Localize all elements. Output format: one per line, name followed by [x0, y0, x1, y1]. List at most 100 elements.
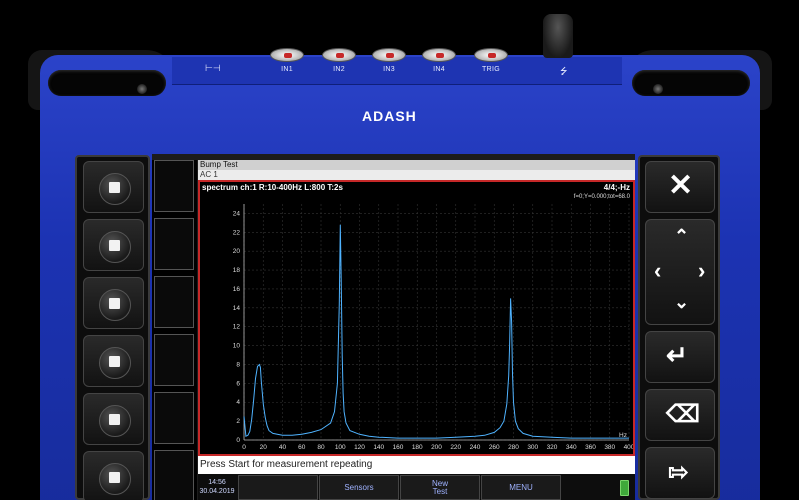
x-tick-label: 60	[298, 444, 306, 451]
square-key-icon	[109, 472, 120, 483]
y-tick-label: 0	[236, 437, 240, 444]
connector-in3[interactable]	[372, 48, 406, 62]
square-key-icon	[109, 356, 120, 367]
sensors-button[interactable]: Sensors	[319, 475, 399, 500]
chart-header: spectrum ch:1 R:10-400Hz L:800 T:2s	[202, 183, 343, 192]
connector-in2[interactable]	[322, 48, 356, 62]
x-tick-label: 320	[547, 444, 558, 451]
right-key-panel: ✕ ⌃ ‹ › ⌄ ↵ ⌫ ⇰	[638, 155, 720, 500]
x-tick-label: 140	[373, 444, 384, 451]
right-strap-slot	[632, 70, 750, 96]
x-tick-label: 260	[489, 444, 500, 451]
y-tick-label: 2	[236, 418, 240, 425]
new-test-button[interactable]: New Test	[400, 475, 480, 500]
screw-icon	[137, 84, 147, 94]
y-tick-label: 20	[233, 248, 241, 255]
x-tick-label: 120	[354, 444, 365, 451]
softkey-label[interactable]	[154, 160, 194, 212]
x-tick-label: 220	[450, 444, 461, 451]
device-screen: Bump Test AC 1 0 20 40 60 80 100 120 140 160 180 2…	[152, 154, 635, 500]
forward-button[interactable]: ⇰	[645, 447, 715, 499]
square-key-icon	[109, 298, 120, 309]
enter-icon: ↵	[666, 340, 688, 370]
chart-page-indicator: 4/4;-Hz	[603, 183, 630, 192]
arrow-pad[interactable]: ⌃ ‹ › ⌄	[645, 219, 715, 325]
left-strap-slot	[48, 70, 166, 96]
x-tick-label: 80	[317, 444, 325, 451]
softkey-label[interactable]	[154, 276, 194, 328]
connector-label: IN4	[433, 66, 445, 73]
spectrum-plot: 0 20 40 60 80 100 120 140 160 180 200 220 240 260 280 3…	[233, 204, 633, 451]
x-tick-label: 400	[624, 444, 633, 451]
x-tick-label: 20	[260, 444, 268, 451]
function-key-3[interactable]	[83, 277, 144, 329]
softkey-column	[152, 160, 197, 500]
x-tick-label: 200	[431, 444, 442, 451]
softkey-label[interactable]	[154, 334, 194, 386]
square-key-icon	[109, 240, 120, 251]
clock-time: 14:56	[208, 479, 226, 486]
spectrum-chart[interactable]: 0 20 40 60 80 100 120 140 160 180 200 220 240 260 280 3…	[198, 180, 635, 456]
backspace-icon: ⌫	[666, 401, 700, 428]
function-key-6[interactable]	[83, 451, 144, 500]
backspace-button[interactable]: ⌫	[645, 389, 715, 441]
softkey-label[interactable]	[154, 450, 194, 500]
arrow-right-icon[interactable]: ›	[698, 258, 705, 284]
y-tick-label: 24	[233, 210, 241, 217]
close-button[interactable]: ✕	[645, 161, 715, 213]
square-key-icon	[109, 182, 120, 193]
connector-label: IN2	[333, 66, 345, 73]
connector-label: TRIG	[482, 66, 500, 73]
bottom-menu-bar: 14:56 30.04.2019 Sensors New Test MENU	[198, 474, 635, 500]
menu-button-blank[interactable]	[238, 475, 318, 500]
connector-label: IN3	[383, 66, 395, 73]
status-message: Press Start for measurement repeating	[198, 456, 635, 474]
x-tick-label: 280	[508, 444, 519, 451]
battery-icon	[620, 480, 629, 496]
x-tick-label: 100	[335, 444, 346, 451]
enter-button[interactable]: ↵	[645, 331, 715, 383]
y-tick-label: 8	[236, 361, 240, 368]
antenna-icon: ⭍	[560, 66, 568, 76]
x-tick-label: 300	[527, 444, 538, 451]
function-key-2[interactable]	[83, 219, 144, 271]
cursor-readout: f=0;Y=0.000;tot=68.0	[573, 194, 630, 200]
y-tick-label: 22	[233, 229, 241, 236]
brand-logo: ADASH	[362, 108, 417, 124]
softkey-label[interactable]	[154, 392, 194, 444]
square-key-icon	[109, 414, 120, 425]
function-key-1[interactable]	[83, 161, 144, 213]
menu-button[interactable]: MENU	[481, 475, 561, 500]
function-key-5[interactable]	[83, 393, 144, 445]
x-tick-label: 380	[604, 444, 615, 451]
y-tick-label: 12	[233, 324, 241, 331]
x-tick-label: 340	[566, 444, 577, 451]
app-window: Bump Test AC 1 0 20 40 60 80 100 120 140 160 180 2…	[198, 160, 635, 500]
softkey-label[interactable]	[154, 218, 194, 270]
arrow-up-icon[interactable]: ⌃	[674, 226, 689, 247]
x-tick-label: 180	[412, 444, 423, 451]
usb-icon: ⊢⊣	[205, 63, 221, 73]
x-tick-label: 160	[393, 444, 404, 451]
y-tick-label: 14	[233, 305, 241, 312]
y-tick-label: 18	[233, 267, 241, 274]
clock-date: 30.04.2019	[199, 488, 235, 495]
x-tick-label: 360	[585, 444, 596, 451]
y-tick-label: 16	[233, 286, 241, 293]
connector-label: IN1	[281, 66, 293, 73]
adash-device: ⭍ ⊢⊣ IN1 IN2 IN3 IN4 TRIG ADASH ✕ ⌃ ‹ › …	[0, 0, 799, 500]
x-tick-label: 0	[242, 444, 246, 451]
connector-trig[interactable]	[474, 48, 508, 62]
test-title: Bump Test	[198, 160, 635, 170]
antenna-knob	[543, 14, 573, 58]
y-tick-label: 10	[233, 343, 241, 350]
arrow-down-icon[interactable]: ⌄	[674, 292, 689, 313]
arrow-left-icon[interactable]: ‹	[654, 258, 661, 284]
y-tick-label: 6	[236, 380, 240, 387]
x-tick-label: 40	[279, 444, 287, 451]
left-key-panel	[75, 155, 150, 500]
function-key-4[interactable]	[83, 335, 144, 387]
connector-in1[interactable]	[270, 48, 304, 62]
close-icon: ✕	[668, 169, 694, 202]
connector-in4[interactable]	[422, 48, 456, 62]
